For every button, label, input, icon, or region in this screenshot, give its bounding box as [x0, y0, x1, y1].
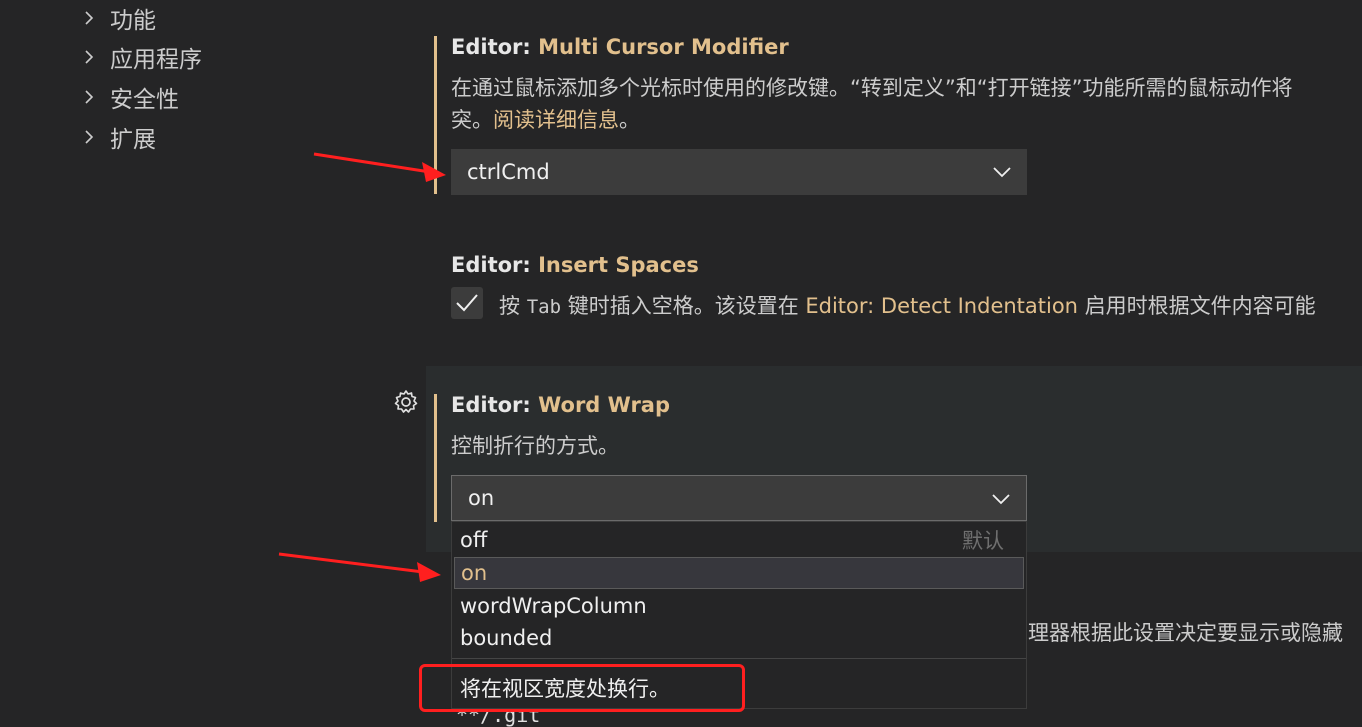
- multi-cursor-modifier-select[interactable]: ctrlCmd: [451, 149, 1027, 195]
- dropdown-divider: [452, 658, 1026, 659]
- read-more-link[interactable]: 阅读详细信息: [493, 108, 619, 132]
- tree-item-label: 安全性: [110, 87, 179, 113]
- default-label: 默认: [962, 529, 1004, 553]
- annotation-highlight-box: [419, 664, 745, 712]
- setting-description-word-wrap: 控制折行的方式。: [451, 434, 619, 458]
- select-value: ctrlCmd: [467, 160, 550, 184]
- tree-item-label: 扩展: [110, 127, 156, 153]
- chevron-right-icon: [80, 128, 98, 146]
- background-description-fragment: 理器根据此设置决定要显示或隐藏: [1028, 621, 1343, 645]
- tree-item-security[interactable]: 安全性: [80, 79, 179, 115]
- tree-item-label: 应用程序: [110, 47, 202, 73]
- setting-title-word-wrap: Editor: Word Wrap: [451, 393, 671, 417]
- setting-description: 在通过鼠标添加多个光标时使用的修改键。“转到定义”和“打开链接”功能所需的鼠标动…: [451, 76, 1293, 100]
- setting-title-multi-cursor: Editor: Multi Cursor Modifier: [451, 35, 789, 59]
- option-wordwrapcolumn[interactable]: wordWrapColumn: [454, 590, 1024, 622]
- annotation-arrow-icon: [313, 152, 446, 182]
- select-value: on: [468, 486, 495, 510]
- tree-item-label: 功能: [110, 8, 156, 34]
- tree-item-extensions[interactable]: 扩展: [80, 119, 156, 155]
- word-wrap-select[interactable]: on: [451, 475, 1027, 521]
- option-on[interactable]: on: [454, 557, 1024, 589]
- annotation-arrow-icon: [278, 552, 441, 582]
- insert-spaces-checkbox[interactable]: [451, 287, 483, 319]
- setting-description-insert-spaces: 按 Tab 键时插入空格。该设置在 Editor: Detect Indenta…: [499, 294, 1316, 318]
- chevron-right-icon: [80, 9, 98, 27]
- chevron-right-icon: [80, 48, 98, 66]
- tree-item-features[interactable]: 功能: [80, 0, 156, 36]
- chevron-right-icon: [80, 88, 98, 106]
- setting-title-insert-spaces: Editor: Insert Spaces: [451, 253, 699, 277]
- chevron-down-icon: [990, 489, 1012, 514]
- setting-description-line2: 突。阅读详细信息。: [451, 108, 640, 132]
- chevron-down-icon: [991, 162, 1013, 187]
- option-bounded[interactable]: bounded: [454, 622, 1024, 654]
- detect-indentation-link[interactable]: Editor: Detect Indentation: [805, 294, 1078, 318]
- tree-item-application[interactable]: 应用程序: [80, 39, 202, 75]
- checkmark-icon: [451, 294, 483, 325]
- gear-icon[interactable]: [392, 388, 420, 422]
- option-off[interactable]: off 默认: [454, 524, 1024, 556]
- modified-indicator: [434, 394, 437, 522]
